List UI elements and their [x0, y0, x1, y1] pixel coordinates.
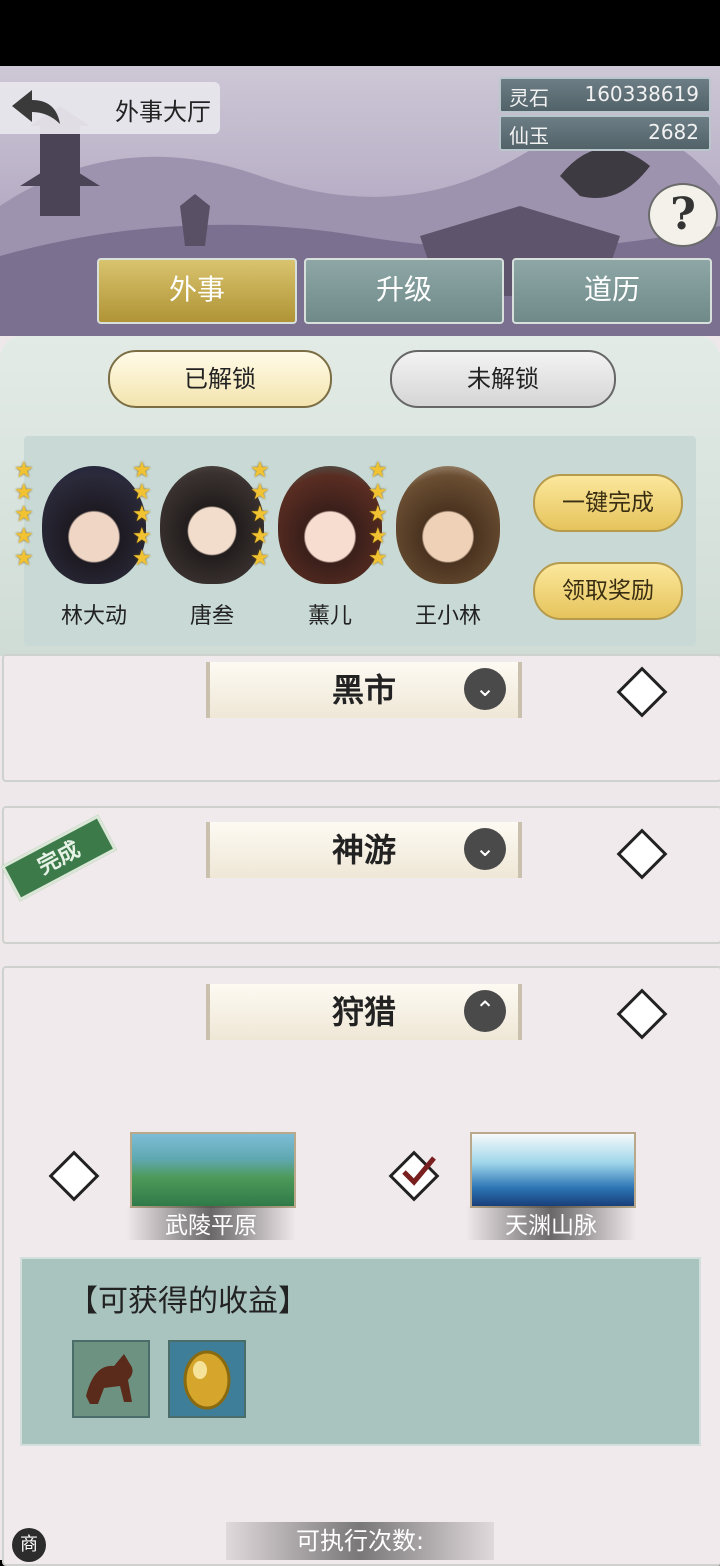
execution-count: 可执行次数:	[226, 1522, 494, 1560]
chevron-down-icon[interactable]: ⌄	[464, 668, 506, 710]
hero-portrait	[396, 466, 500, 584]
horse-beast-icon[interactable]	[72, 1340, 150, 1418]
tab-dao-calendar[interactable]: 道历	[512, 258, 712, 324]
hero-portrait	[42, 466, 146, 584]
jade-counter: 仙玉 2682	[499, 115, 711, 151]
golden-egg-icon[interactable]	[168, 1340, 246, 1418]
currency-label: 灵石	[509, 86, 549, 110]
hero-stars: ★ ★ ★ ★ ★	[368, 458, 388, 571]
status-bar	[0, 0, 720, 66]
chevron-up-icon[interactable]: ⌃	[464, 990, 506, 1032]
section-title-text: 神游	[331, 831, 396, 869]
spirit-stone-counter: 灵石 160338619	[499, 77, 711, 113]
location-name: 武陵平原	[126, 1206, 296, 1240]
location-name: 天渊山脉	[466, 1206, 636, 1240]
chevron-down-icon[interactable]: ⌄	[464, 828, 506, 870]
hero-name: 唐叁	[189, 604, 234, 629]
currency-label: 仙玉	[509, 124, 549, 148]
hero-stars: ★ ★ ★ ★ ★	[132, 458, 152, 571]
filter-unlocked-button[interactable]: 已解锁	[108, 350, 332, 408]
hero-name: 林大动	[60, 604, 127, 629]
one-click-complete-button[interactable]: 一键完成	[533, 474, 683, 532]
tab-outer-affairs[interactable]: 外事	[97, 258, 297, 324]
currency-value: 160338619	[584, 82, 699, 106]
hero-card[interactable]	[396, 466, 500, 586]
currency-value: 2682	[648, 120, 699, 144]
hero-portrait	[278, 466, 382, 584]
location-image[interactable]	[470, 1132, 636, 1208]
hero-stars: ★ ★ ★ ★ ★	[250, 458, 270, 571]
page-title: 外事大厅	[115, 98, 211, 126]
hero-card[interactable]	[42, 466, 146, 586]
hero-card[interactable]	[160, 466, 264, 586]
hero-name: 王小林	[414, 604, 481, 629]
back-button[interactable]	[8, 86, 64, 130]
location-image[interactable]	[130, 1132, 296, 1208]
section-title-text: 狩猎	[331, 993, 396, 1031]
back-arrow-icon	[12, 90, 60, 124]
checkmark-icon	[402, 1156, 436, 1186]
hero-card[interactable]	[278, 466, 382, 586]
hero-name: 薰儿	[307, 604, 352, 629]
help-button[interactable]: ?	[648, 183, 718, 247]
rewards-title: 【可获得的收益】	[68, 1284, 308, 1319]
hero-portrait	[160, 466, 264, 584]
claim-reward-button[interactable]: 领取奖励	[533, 562, 683, 620]
shop-icon[interactable]: 商	[12, 1528, 46, 1562]
section-title-text: 黑市	[331, 671, 396, 709]
hero-stars: ★ ★ ★ ★ ★	[14, 458, 34, 571]
filter-locked-button[interactable]: 未解锁	[390, 350, 616, 408]
tab-upgrade[interactable]: 升级	[304, 258, 504, 324]
